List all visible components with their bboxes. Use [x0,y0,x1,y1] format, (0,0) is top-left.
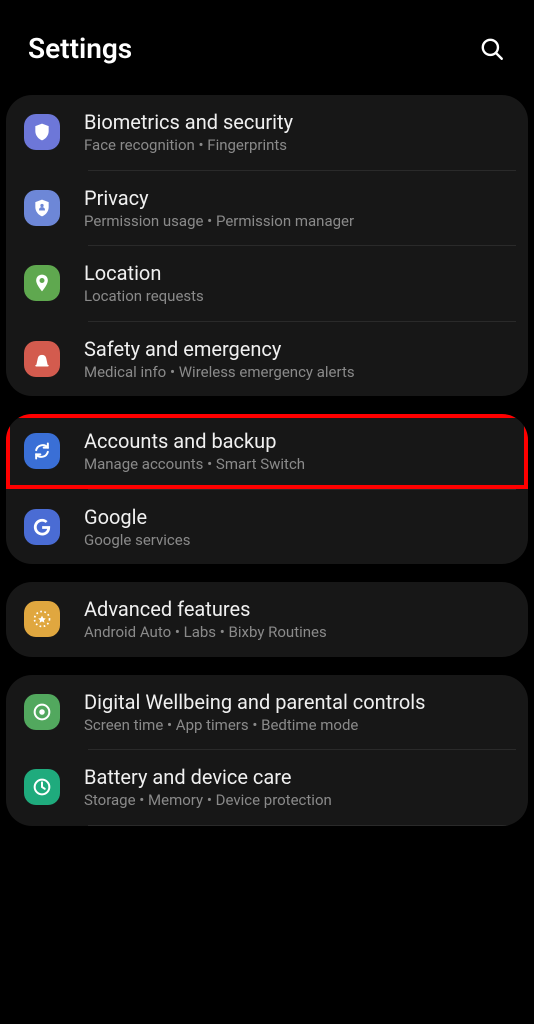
settings-item-advanced-features[interactable]: Advanced featuresAndroid Auto • Labs • B… [6,582,528,657]
item-title: Battery and device care [84,764,510,790]
item-text: Accounts and backupManage accounts • Sma… [84,428,510,475]
item-title: Privacy [84,185,510,211]
item-text: Biometrics and securityFace recognition … [84,109,510,156]
item-subtitle: Manage accounts • Smart Switch [84,455,510,475]
item-title: Accounts and backup [84,428,510,454]
page-title: Settings [28,32,132,65]
google-icon [24,509,60,545]
item-subtitle: Face recognition • Fingerprints [84,136,510,156]
advanced-icon [24,601,60,637]
item-subtitle: Android Auto • Labs • Bixby Routines [84,623,510,643]
settings-group: Digital Wellbeing and parental controlsS… [6,675,528,826]
battery-icon [24,769,60,805]
settings-item-location[interactable]: LocationLocation requests [6,246,528,321]
settings-item-biometrics-and-security[interactable]: Biometrics and securityFace recognition … [6,95,528,170]
item-subtitle: Location requests [84,287,510,307]
settings-item-accounts-and-backup[interactable]: Accounts and backupManage accounts • Sma… [6,414,528,489]
item-title: Advanced features [84,596,510,622]
item-subtitle: Medical info • Wireless emergency alerts [84,363,510,383]
settings-item-battery-and-device-care[interactable]: Battery and device careStorage • Memory … [6,750,528,825]
wellbeing-icon [24,694,60,730]
divider [88,825,516,826]
item-subtitle: Screen time • App timers • Bedtime mode [84,716,510,736]
item-text: Battery and device careStorage • Memory … [84,764,510,811]
item-subtitle: Storage • Memory • Device protection [84,791,510,811]
settings-item-google[interactable]: GoogleGoogle services [6,490,528,565]
item-text: LocationLocation requests [84,260,510,307]
item-text: Advanced featuresAndroid Auto • Labs • B… [84,596,510,643]
item-title: Digital Wellbeing and parental controls [84,689,510,715]
search-icon [479,36,505,62]
settings-header: Settings [0,0,534,87]
sync-icon [24,433,60,469]
settings-group: Biometrics and securityFace recognition … [6,95,528,396]
settings-item-digital-wellbeing-and-parental-controls[interactable]: Digital Wellbeing and parental controlsS… [6,675,528,750]
settings-group: Advanced featuresAndroid Auto • Labs • B… [6,582,528,657]
settings-group: Accounts and backupManage accounts • Sma… [6,414,528,564]
item-title: Safety and emergency [84,336,510,362]
item-title: Location [84,260,510,286]
search-button[interactable] [478,35,506,63]
privacy-icon [24,190,60,226]
emergency-icon [24,341,60,377]
item-subtitle: Permission usage • Permission manager [84,212,510,232]
item-text: Digital Wellbeing and parental controlsS… [84,689,510,736]
item-text: Safety and emergencyMedical info • Wirel… [84,336,510,383]
item-text: PrivacyPermission usage • Permission man… [84,185,510,232]
shield-icon [24,114,60,150]
item-title: Biometrics and security [84,109,510,135]
settings-item-privacy[interactable]: PrivacyPermission usage • Permission man… [6,171,528,246]
item-text: GoogleGoogle services [84,504,510,551]
location-icon [24,265,60,301]
item-subtitle: Google services [84,531,510,551]
item-title: Google [84,504,510,530]
settings-item-safety-and-emergency[interactable]: Safety and emergencyMedical info • Wirel… [6,322,528,397]
